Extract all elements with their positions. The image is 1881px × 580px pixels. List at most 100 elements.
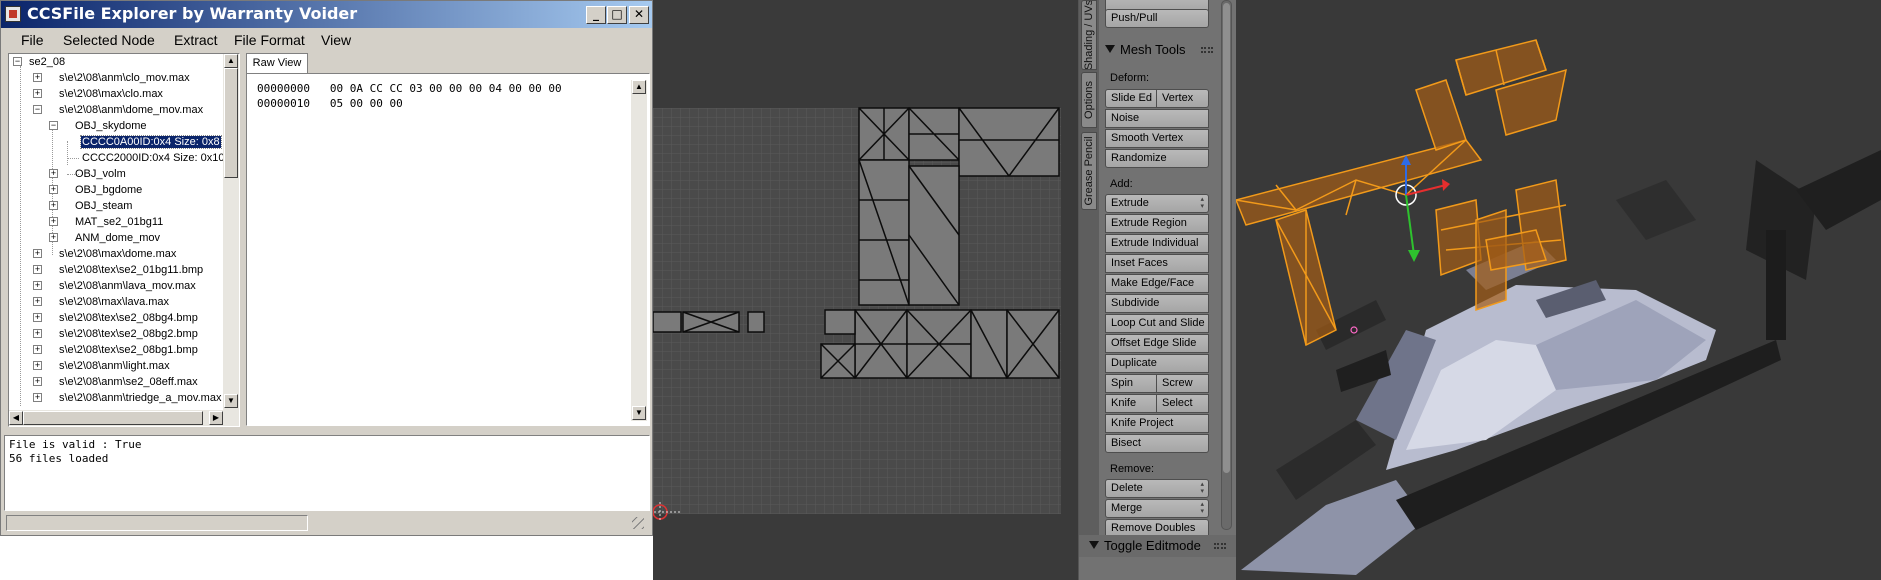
- scroll-thumb[interactable]: [1223, 3, 1230, 473]
- menu-file[interactable]: File: [21, 32, 44, 48]
- expand-icon[interactable]: +: [33, 265, 42, 274]
- title-bar[interactable]: CCSFile Explorer by Warranty Voider _ □ …: [1, 1, 652, 28]
- duplicate-button[interactable]: Duplicate: [1105, 354, 1209, 373]
- noise-button[interactable]: Noise: [1105, 109, 1209, 128]
- minimize-button[interactable]: _: [586, 6, 606, 24]
- randomize-button[interactable]: Randomize: [1105, 149, 1209, 168]
- menu-extract[interactable]: Extract: [174, 32, 218, 48]
- expand-icon[interactable]: +: [33, 73, 42, 82]
- tree-item[interactable]: + OBJ_steam: [43, 198, 132, 214]
- expand-icon[interactable]: +: [33, 361, 42, 370]
- tree-item[interactable]: + s\e\2\08\tex\se2_08bg2.bmp: [27, 326, 198, 342]
- expand-icon[interactable]: +: [33, 297, 42, 306]
- expand-icon[interactable]: +: [33, 393, 42, 402]
- knife-project-button[interactable]: Knife Project: [1105, 414, 1209, 433]
- subdivide-button[interactable]: Subdivide: [1105, 294, 1209, 313]
- tree-item[interactable]: + ANM_dome_mov: [43, 230, 160, 246]
- tree-item[interactable]: + s\e\2\08\anm\se2_08eff.max: [27, 374, 198, 390]
- push-pull-button[interactable]: Push/Pull: [1105, 9, 1209, 28]
- log-output[interactable]: File is valid : True 56 files loaded: [4, 435, 650, 511]
- scroll-up-icon[interactable]: ▲: [224, 54, 238, 68]
- merge-dropdown[interactable]: Merge: [1105, 499, 1209, 518]
- menu-selected-node[interactable]: Selected Node: [63, 32, 155, 48]
- shelf-scrollbar[interactable]: [1221, 0, 1232, 530]
- slide-vertex-button[interactable]: Vertex: [1156, 89, 1209, 108]
- expand-icon[interactable]: +: [49, 201, 58, 210]
- drag-handle-icon[interactable]: [1201, 47, 1213, 53]
- scroll-down-icon[interactable]: ▼: [632, 406, 646, 420]
- tree-item[interactable]: + s\e\2\08\anm\lava_mov.max: [27, 278, 196, 294]
- bisect-button[interactable]: Bisect: [1105, 434, 1209, 453]
- expand-icon[interactable]: +: [33, 281, 42, 290]
- scroll-right-icon[interactable]: ▶: [209, 411, 223, 425]
- tree-item[interactable]: + OBJ_bgdome: [43, 182, 142, 198]
- scroll-thumb[interactable]: [23, 411, 203, 425]
- loop-cut-slide-button[interactable]: Loop Cut and Slide: [1105, 314, 1209, 333]
- expand-icon[interactable]: +: [33, 345, 42, 354]
- smooth-vertex-button[interactable]: Smooth Vertex: [1105, 129, 1209, 148]
- toggle-editmode-header[interactable]: Toggle Editmode: [1089, 538, 1201, 553]
- tree-item[interactable]: + s\e\2\08\tex\se2_08bg1.bmp: [27, 342, 198, 358]
- tree-horizontal-scrollbar[interactable]: ◀ ▶: [9, 410, 239, 426]
- hex-vertical-scrollbar[interactable]: ▲ ▼: [631, 80, 647, 421]
- scroll-thumb[interactable]: [224, 68, 238, 178]
- file-tree[interactable]: − se2_08 + s\e\2\08\anm\clo_mov.max + s\e\2…: [8, 53, 240, 427]
- tree-item-selected[interactable]: CCCC0A00ID:0x4 Size: 0x8: [80, 134, 222, 150]
- make-edge-face-button[interactable]: Make Edge/Face: [1105, 274, 1209, 293]
- tree-item[interactable]: + s\e\2\08\max\dome.max: [27, 246, 176, 262]
- tab-options[interactable]: Options: [1081, 72, 1097, 128]
- extrude-dropdown[interactable]: Extrude: [1105, 194, 1209, 213]
- offset-edge-slide-button[interactable]: Offset Edge Slide: [1105, 334, 1209, 353]
- hex-view[interactable]: 00000000 00 0A CC CC 03 00 00 00 04 00 0…: [246, 73, 650, 426]
- close-button[interactable]: ✕: [629, 6, 649, 24]
- tree-item[interactable]: − OBJ_skydome: [43, 118, 147, 134]
- expand-icon[interactable]: +: [33, 377, 42, 386]
- expand-icon[interactable]: +: [33, 249, 42, 258]
- scroll-left-icon[interactable]: ◀: [9, 411, 23, 425]
- tree-item[interactable]: + s\e\2\08\anm\clo_mov.max: [27, 70, 190, 86]
- menu-view[interactable]: View: [321, 32, 351, 48]
- tree-item[interactable]: − s\e\2\08\anm\dome_mov.max: [27, 102, 203, 118]
- delete-dropdown[interactable]: Delete: [1105, 479, 1209, 498]
- tree-item[interactable]: + s\e\2\08\tex\se2_01bg11.bmp: [27, 262, 203, 278]
- expand-icon[interactable]: +: [33, 89, 42, 98]
- maximize-button[interactable]: □: [607, 6, 627, 24]
- 3d-viewport[interactable]: [1236, 0, 1881, 580]
- collapse-icon[interactable]: −: [49, 121, 58, 130]
- extrude-region-button[interactable]: Extrude Region: [1105, 214, 1209, 233]
- tree-item[interactable]: + s\e\2\08\tex\se2_08bg4.bmp: [27, 310, 198, 326]
- spin-button[interactable]: Spin: [1105, 374, 1157, 393]
- collapse-icon[interactable]: −: [13, 57, 22, 66]
- slide-edge-button[interactable]: Slide Ed: [1105, 89, 1157, 108]
- menu-file-format[interactable]: File Format: [234, 32, 305, 48]
- inset-faces-button[interactable]: Inset Faces: [1105, 254, 1209, 273]
- knife-button[interactable]: Knife: [1105, 394, 1157, 413]
- drag-handle-icon[interactable]: [1214, 543, 1226, 549]
- viewport-canvas[interactable]: [1236, 0, 1881, 580]
- expand-icon[interactable]: +: [49, 233, 58, 242]
- scroll-down-icon[interactable]: ▼: [224, 394, 238, 408]
- tree-item[interactable]: + s\e\2\08\anm\triedge_a_mov.max: [27, 390, 221, 406]
- scroll-up-icon[interactable]: ▲: [632, 80, 646, 94]
- tab-raw-view[interactable]: Raw View: [246, 53, 308, 73]
- expand-icon[interactable]: +: [49, 217, 58, 226]
- uv-editor[interactable]: [650, 0, 1078, 580]
- collapse-icon[interactable]: −: [33, 105, 42, 114]
- mesh-tools-header[interactable]: Mesh Tools: [1105, 42, 1186, 57]
- expand-icon[interactable]: +: [49, 169, 58, 178]
- expand-icon[interactable]: +: [33, 313, 42, 322]
- knife-select-button[interactable]: Select: [1156, 394, 1209, 413]
- extrude-individual-button[interactable]: Extrude Individual: [1105, 234, 1209, 253]
- tree-item[interactable]: + s\e\2\08\max\clo.max: [27, 86, 163, 102]
- resize-grip-icon[interactable]: [632, 517, 644, 529]
- tree-item[interactable]: + MAT_se2_01bg11: [43, 214, 163, 230]
- screw-button[interactable]: Screw: [1156, 374, 1209, 393]
- tree-item[interactable]: CCCC2000ID:0x4 Size: 0x10: [82, 150, 224, 166]
- tab-grease-pencil[interactable]: Grease Pencil: [1081, 132, 1097, 210]
- expand-icon[interactable]: +: [33, 329, 42, 338]
- tree-item[interactable]: + OBJ_volm: [43, 166, 126, 182]
- tree-vertical-scrollbar[interactable]: ▲ ▼: [223, 54, 239, 410]
- uv-canvas[interactable]: [650, 0, 1078, 580]
- tree-item[interactable]: + s\e\2\08\max\lava.max: [27, 294, 169, 310]
- tree-root[interactable]: − se2_08: [11, 54, 65, 70]
